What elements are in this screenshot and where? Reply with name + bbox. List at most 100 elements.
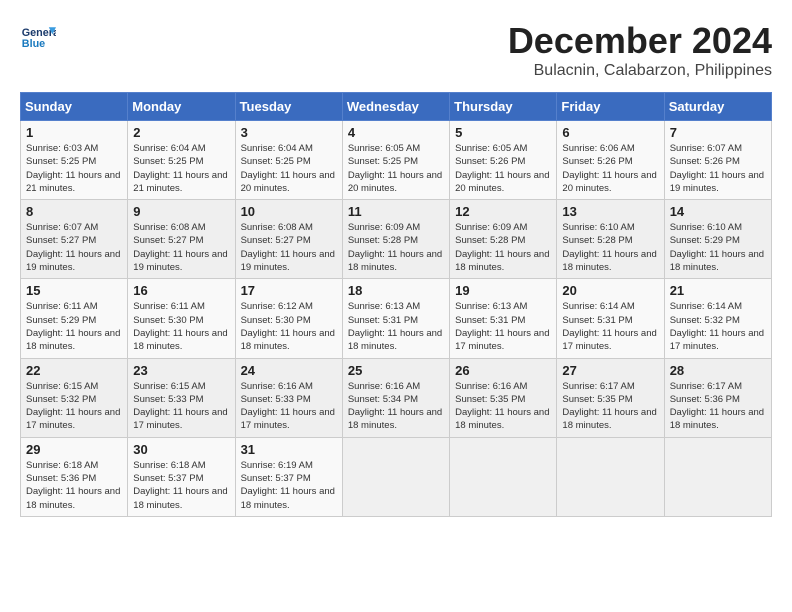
day-number: 1: [26, 125, 122, 140]
day-info: Sunrise: 6:09 AM Sunset: 5:28 PM Dayligh…: [348, 221, 444, 274]
weekday-header-saturday: Saturday: [664, 93, 771, 121]
day-number: 28: [670, 363, 766, 378]
calendar-cell: [450, 437, 557, 516]
day-info: Sunrise: 6:13 AM Sunset: 5:31 PM Dayligh…: [455, 300, 551, 353]
weekday-header-sunday: Sunday: [21, 93, 128, 121]
page-title: December 2024: [508, 20, 772, 62]
day-info: Sunrise: 6:04 AM Sunset: 5:25 PM Dayligh…: [241, 142, 337, 195]
calendar-cell: 6Sunrise: 6:06 AM Sunset: 5:26 PM Daylig…: [557, 121, 664, 200]
day-number: 29: [26, 442, 122, 457]
day-info: Sunrise: 6:10 AM Sunset: 5:28 PM Dayligh…: [562, 221, 658, 274]
day-info: Sunrise: 6:16 AM Sunset: 5:33 PM Dayligh…: [241, 380, 337, 433]
day-number: 26: [455, 363, 551, 378]
day-number: 2: [133, 125, 229, 140]
title-section: December 2024 Bulacnin, Calabarzon, Phil…: [508, 20, 772, 80]
calendar-cell: 4 Sunrise: 6:05 AM Sunset: 5:25 PM Daylig…: [342, 121, 449, 200]
day-number: 13: [562, 204, 658, 219]
day-info: Sunrise: 6:10 AM Sunset: 5:29 PM Dayligh…: [670, 221, 766, 274]
day-info: Sunrise: 6:07 AM Sunset: 5:27 PM Dayligh…: [26, 221, 122, 274]
page-subtitle: Bulacnin, Calabarzon, Philippines: [508, 62, 772, 80]
day-info: Sunrise: 6:07 AM Sunset: 5:26 PM Dayligh…: [670, 142, 766, 195]
calendar-week-row: 1 Sunrise: 6:03 AM Sunset: 5:25 PM Daylig…: [21, 121, 772, 200]
day-info: Sunrise: 6:04 AM Sunset: 5:25 PM Dayligh…: [133, 142, 229, 195]
calendar-week-row: 15Sunrise: 6:11 AM Sunset: 5:29 PM Dayli…: [21, 279, 772, 358]
calendar-cell: 10 Sunrise: 6:08 AM Sunset: 5:27 PM Dayli…: [235, 200, 342, 279]
day-number: 21: [670, 283, 766, 298]
calendar-cell: 14Sunrise: 6:10 AM Sunset: 5:29 PM Dayli…: [664, 200, 771, 279]
calendar-cell: 25Sunrise: 6:16 AM Sunset: 5:34 PM Dayli…: [342, 358, 449, 437]
calendar-week-row: 22 Sunrise: 6:15 AM Sunset: 5:32 PM Dayli…: [21, 358, 772, 437]
calendar-cell: 28Sunrise: 6:17 AM Sunset: 5:36 PM Dayli…: [664, 358, 771, 437]
day-number: 3: [241, 125, 337, 140]
calendar-cell: 18 Sunrise: 6:13 AM Sunset: 5:31 PM Dayli…: [342, 279, 449, 358]
calendar-cell: 17 Sunrise: 6:12 AM Sunset: 5:30 PM Dayli…: [235, 279, 342, 358]
calendar-cell: 20Sunrise: 6:14 AM Sunset: 5:31 PM Dayli…: [557, 279, 664, 358]
calendar-week-row: 8Sunrise: 6:07 AM Sunset: 5:27 PM Daylig…: [21, 200, 772, 279]
day-info: Sunrise: 6:13 AM Sunset: 5:31 PM Dayligh…: [348, 300, 444, 353]
calendar-cell: 22 Sunrise: 6:15 AM Sunset: 5:32 PM Dayli…: [21, 358, 128, 437]
day-info: Sunrise: 6:05 AM Sunset: 5:25 PM Dayligh…: [348, 142, 444, 195]
day-info: Sunrise: 6:03 AM Sunset: 5:25 PM Dayligh…: [26, 142, 122, 195]
day-number: 11: [348, 204, 444, 219]
calendar-cell: 7 Sunrise: 6:07 AM Sunset: 5:26 PM Daylig…: [664, 121, 771, 200]
page-header: General Blue December 2024 Bulacnin, Cal…: [20, 20, 772, 80]
calendar-cell: 5Sunrise: 6:05 AM Sunset: 5:26 PM Daylig…: [450, 121, 557, 200]
calendar-cell: 23Sunrise: 6:15 AM Sunset: 5:33 PM Dayli…: [128, 358, 235, 437]
day-info: Sunrise: 6:18 AM Sunset: 5:36 PM Dayligh…: [26, 459, 122, 512]
day-info: Sunrise: 6:08 AM Sunset: 5:27 PM Dayligh…: [241, 221, 337, 274]
calendar-cell: 12Sunrise: 6:09 AM Sunset: 5:28 PM Dayli…: [450, 200, 557, 279]
calendar-cell: [342, 437, 449, 516]
day-number: 22: [26, 363, 122, 378]
day-info: Sunrise: 6:17 AM Sunset: 5:35 PM Dayligh…: [562, 380, 658, 433]
day-info: Sunrise: 6:11 AM Sunset: 5:30 PM Dayligh…: [133, 300, 229, 353]
day-number: 19: [455, 283, 551, 298]
weekday-header-friday: Friday: [557, 93, 664, 121]
day-number: 17: [241, 283, 337, 298]
day-number: 10: [241, 204, 337, 219]
day-info: Sunrise: 6:06 AM Sunset: 5:26 PM Dayligh…: [562, 142, 658, 195]
calendar-cell: 15Sunrise: 6:11 AM Sunset: 5:29 PM Dayli…: [21, 279, 128, 358]
day-number: 31: [241, 442, 337, 457]
calendar-cell: 11 Sunrise: 6:09 AM Sunset: 5:28 PM Dayli…: [342, 200, 449, 279]
day-info: Sunrise: 6:08 AM Sunset: 5:27 PM Dayligh…: [133, 221, 229, 274]
calendar-table: SundayMondayTuesdayWednesdayThursdayFrid…: [20, 92, 772, 517]
day-number: 23: [133, 363, 229, 378]
day-info: Sunrise: 6:11 AM Sunset: 5:29 PM Dayligh…: [26, 300, 122, 353]
calendar-cell: 13 Sunrise: 6:10 AM Sunset: 5:28 PM Dayli…: [557, 200, 664, 279]
day-number: 18: [348, 283, 444, 298]
svg-text:Blue: Blue: [22, 38, 45, 50]
day-number: 7: [670, 125, 766, 140]
calendar-cell: 26 Sunrise: 6:16 AM Sunset: 5:35 PM Dayli…: [450, 358, 557, 437]
day-number: 20: [562, 283, 658, 298]
day-info: Sunrise: 6:19 AM Sunset: 5:37 PM Dayligh…: [241, 459, 337, 512]
calendar-cell: [664, 437, 771, 516]
calendar-cell: 29 Sunrise: 6:18 AM Sunset: 5:36 PM Dayli…: [21, 437, 128, 516]
day-info: Sunrise: 6:12 AM Sunset: 5:30 PM Dayligh…: [241, 300, 337, 353]
calendar-cell: 24 Sunrise: 6:16 AM Sunset: 5:33 PM Dayli…: [235, 358, 342, 437]
day-info: Sunrise: 6:09 AM Sunset: 5:28 PM Dayligh…: [455, 221, 551, 274]
calendar-week-row: 29 Sunrise: 6:18 AM Sunset: 5:36 PM Dayli…: [21, 437, 772, 516]
calendar-cell: 31 Sunrise: 6:19 AM Sunset: 5:37 PM Dayli…: [235, 437, 342, 516]
calendar-cell: [557, 437, 664, 516]
calendar-cell: 30Sunrise: 6:18 AM Sunset: 5:37 PM Dayli…: [128, 437, 235, 516]
calendar-cell: 9 Sunrise: 6:08 AM Sunset: 5:27 PM Daylig…: [128, 200, 235, 279]
day-info: Sunrise: 6:15 AM Sunset: 5:32 PM Dayligh…: [26, 380, 122, 433]
day-number: 4: [348, 125, 444, 140]
calendar-body: 1 Sunrise: 6:03 AM Sunset: 5:25 PM Daylig…: [21, 121, 772, 517]
day-info: Sunrise: 6:16 AM Sunset: 5:34 PM Dayligh…: [348, 380, 444, 433]
day-number: 9: [133, 204, 229, 219]
day-number: 24: [241, 363, 337, 378]
day-info: Sunrise: 6:14 AM Sunset: 5:32 PM Dayligh…: [670, 300, 766, 353]
weekday-header-wednesday: Wednesday: [342, 93, 449, 121]
calendar-cell: 2 Sunrise: 6:04 AM Sunset: 5:25 PM Daylig…: [128, 121, 235, 200]
day-info: Sunrise: 6:05 AM Sunset: 5:26 PM Dayligh…: [455, 142, 551, 195]
logo: General Blue: [20, 20, 56, 56]
day-number: 16: [133, 283, 229, 298]
weekday-header-row: SundayMondayTuesdayWednesdayThursdayFrid…: [21, 93, 772, 121]
weekday-header-monday: Monday: [128, 93, 235, 121]
day-info: Sunrise: 6:16 AM Sunset: 5:35 PM Dayligh…: [455, 380, 551, 433]
calendar-cell: 27 Sunrise: 6:17 AM Sunset: 5:35 PM Dayli…: [557, 358, 664, 437]
calendar-cell: 19 Sunrise: 6:13 AM Sunset: 5:31 PM Dayli…: [450, 279, 557, 358]
logo-icon: General Blue: [20, 20, 56, 56]
day-number: 27: [562, 363, 658, 378]
